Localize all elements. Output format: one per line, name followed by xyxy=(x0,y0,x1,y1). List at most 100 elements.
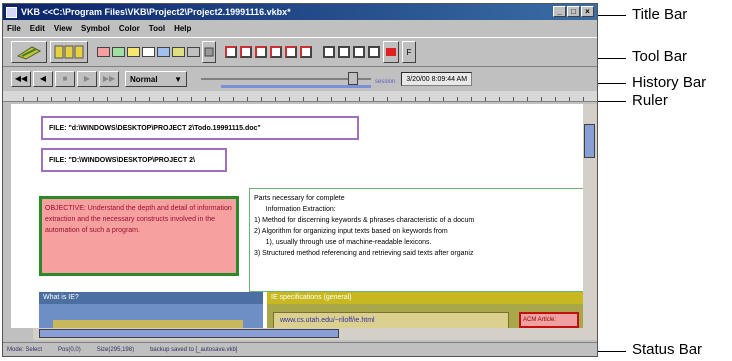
history-slider-thumb[interactable] xyxy=(348,72,359,85)
parts-note[interactable]: Parts necessary for complete Information… xyxy=(249,188,583,292)
menu-symbol[interactable]: Symbol xyxy=(81,24,110,33)
title-bar[interactable]: VKB <<C:\Program Files\VKB\Project2\Proj… xyxy=(3,4,597,20)
objective-note[interactable]: OBJECTIVE: Understand the depth and deta… xyxy=(39,196,239,276)
close-button[interactable]: × xyxy=(581,6,594,17)
history-first-button[interactable]: ◀◀ xyxy=(11,71,31,87)
color-swatch-3[interactable] xyxy=(142,47,155,57)
color-swatch-0[interactable] xyxy=(97,47,110,57)
ruler-tick xyxy=(205,97,206,101)
ruler-tick xyxy=(401,97,402,101)
mode-dropdown-label: Normal xyxy=(130,74,158,84)
vertical-scrollbar-thumb[interactable] xyxy=(584,124,595,158)
menu-help[interactable]: Help xyxy=(174,24,191,33)
history-back-button[interactable]: ◀ xyxy=(33,71,53,87)
menu-bar: File Edit View Symbol Color Tool Help xyxy=(3,21,597,35)
parts-line-1: Information Extraction: xyxy=(254,206,336,213)
acm-article-note[interactable]: ACM Article: xyxy=(519,312,579,328)
ruler-tick xyxy=(23,97,24,101)
ruler-tick xyxy=(163,97,164,101)
maximize-button[interactable]: □ xyxy=(567,6,580,17)
stack-icon xyxy=(54,45,84,59)
menu-view[interactable]: View xyxy=(54,24,72,33)
frame-style-1[interactable] xyxy=(323,46,335,58)
ruler-tick xyxy=(569,97,570,101)
ruler-tick xyxy=(261,97,262,101)
tool-bar-pointer xyxy=(598,58,626,59)
ruler-tick xyxy=(289,97,290,101)
ruler-tick xyxy=(331,97,332,101)
ruler-tick xyxy=(485,97,486,101)
ruler-tick xyxy=(233,97,234,101)
color-swatch-2[interactable] xyxy=(127,47,140,57)
ie-specifications-collection[interactable]: IE specifications (general) www.cs.utah.… xyxy=(267,292,583,328)
tool-bar: F xyxy=(3,37,597,67)
history-last-button[interactable]: ▶▶ xyxy=(99,71,119,87)
history-slider[interactable] xyxy=(201,71,371,88)
parts-line-3: 2) Algorithm for organizing input texts … xyxy=(254,228,448,235)
pencil-icon xyxy=(16,46,42,60)
ruler-tick xyxy=(37,97,38,101)
frame-styles xyxy=(323,46,383,58)
vertical-scrollbar[interactable] xyxy=(583,104,597,328)
history-bar-pointer xyxy=(598,83,626,84)
window-title: VKB <<C:\Program Files\VKB\Project2\Proj… xyxy=(21,7,291,17)
horizontal-scrollbar-thumb[interactable] xyxy=(39,329,339,338)
font-button[interactable]: F xyxy=(402,41,416,63)
file-link-box-1[interactable]: FILE: "d:\WINDOWS\DESKTOP\PROJECT 2\Todo… xyxy=(41,116,359,140)
ruler-tick xyxy=(499,97,500,101)
grid-tool-button[interactable] xyxy=(202,41,216,63)
color-swatch-6[interactable] xyxy=(187,47,200,57)
what-is-ie-header: What is IE? xyxy=(39,292,263,304)
menu-file[interactable]: File xyxy=(7,24,21,33)
ie-specifications-link[interactable]: www.cs.utah.edu/~riloff/ie.html xyxy=(273,312,509,328)
color-swatch-5[interactable] xyxy=(172,47,185,57)
ruler-tick xyxy=(177,97,178,101)
minimize-button[interactable]: _ xyxy=(553,6,566,17)
file-link-box-2[interactable]: FILE: "D:\WINDOWS\DESKTOP\PROJECT 2\ xyxy=(41,148,227,172)
status-size: Size(295,198) xyxy=(96,347,135,353)
horizontal-scrollbar[interactable] xyxy=(33,328,597,340)
parts-line-5: 3) Structured method referencing and ret… xyxy=(254,250,474,257)
mode-dropdown[interactable]: Normal ▼ xyxy=(125,71,187,87)
frame-style-4[interactable] xyxy=(368,46,380,58)
frame-color-5[interactable] xyxy=(300,46,312,58)
status-position: Pos(0,0) xyxy=(58,347,81,353)
pencil-tool-button[interactable] xyxy=(11,41,47,63)
menu-edit[interactable]: Edit xyxy=(30,24,45,33)
ruler-tick xyxy=(51,97,52,101)
history-stop-button[interactable]: ■ xyxy=(55,71,75,87)
ruler-tick xyxy=(149,97,150,101)
menu-tool[interactable]: Tool xyxy=(149,24,165,33)
what-is-ie-item[interactable] xyxy=(53,320,243,328)
frame-swatches xyxy=(225,46,315,58)
objective-text: OBJECTIVE: Understand the depth and deta… xyxy=(45,205,232,234)
frame-color-3[interactable] xyxy=(270,46,282,58)
ie-specifications-header: IE specifications (general) xyxy=(267,292,583,304)
frame-style-3[interactable] xyxy=(353,46,365,58)
ruler-tick xyxy=(121,97,122,101)
ruler-tick xyxy=(387,97,388,101)
ruler-tick xyxy=(415,97,416,101)
color-swatch-1[interactable] xyxy=(112,47,125,57)
history-forward-button[interactable]: ▶ xyxy=(77,71,97,87)
frame-color-1[interactable] xyxy=(240,46,252,58)
app-icon xyxy=(6,6,17,18)
frame-color-4[interactable] xyxy=(285,46,297,58)
color-swatch-4[interactable] xyxy=(157,47,170,57)
color-swatches xyxy=(97,47,202,57)
red-color-button[interactable] xyxy=(383,41,399,63)
ruler-tick xyxy=(317,97,318,101)
stack-tool-button[interactable] xyxy=(50,41,88,63)
frame-color-0[interactable] xyxy=(225,46,237,58)
status-mode: Mode: Select xyxy=(7,347,43,353)
menu-color[interactable]: Color xyxy=(119,24,140,33)
frame-color-2[interactable] xyxy=(255,46,267,58)
parts-line-2: 1) Method for discerning keywords & phra… xyxy=(254,217,475,224)
workspace-canvas[interactable]: FILE: "d:\WINDOWS\DESKTOP\PROJECT 2\Todo… xyxy=(11,104,583,328)
chevron-down-icon: ▼ xyxy=(174,74,182,84)
parts-line-0: Parts necessary for complete xyxy=(254,195,345,202)
history-bar: ◀◀ ◀ ■ ▶ ▶▶ Normal ▼ session 3/20/00 8:0… xyxy=(3,68,597,90)
what-is-ie-collection[interactable]: What is IE? xyxy=(39,292,263,328)
status-bar-pointer xyxy=(598,351,626,352)
frame-style-2[interactable] xyxy=(338,46,350,58)
